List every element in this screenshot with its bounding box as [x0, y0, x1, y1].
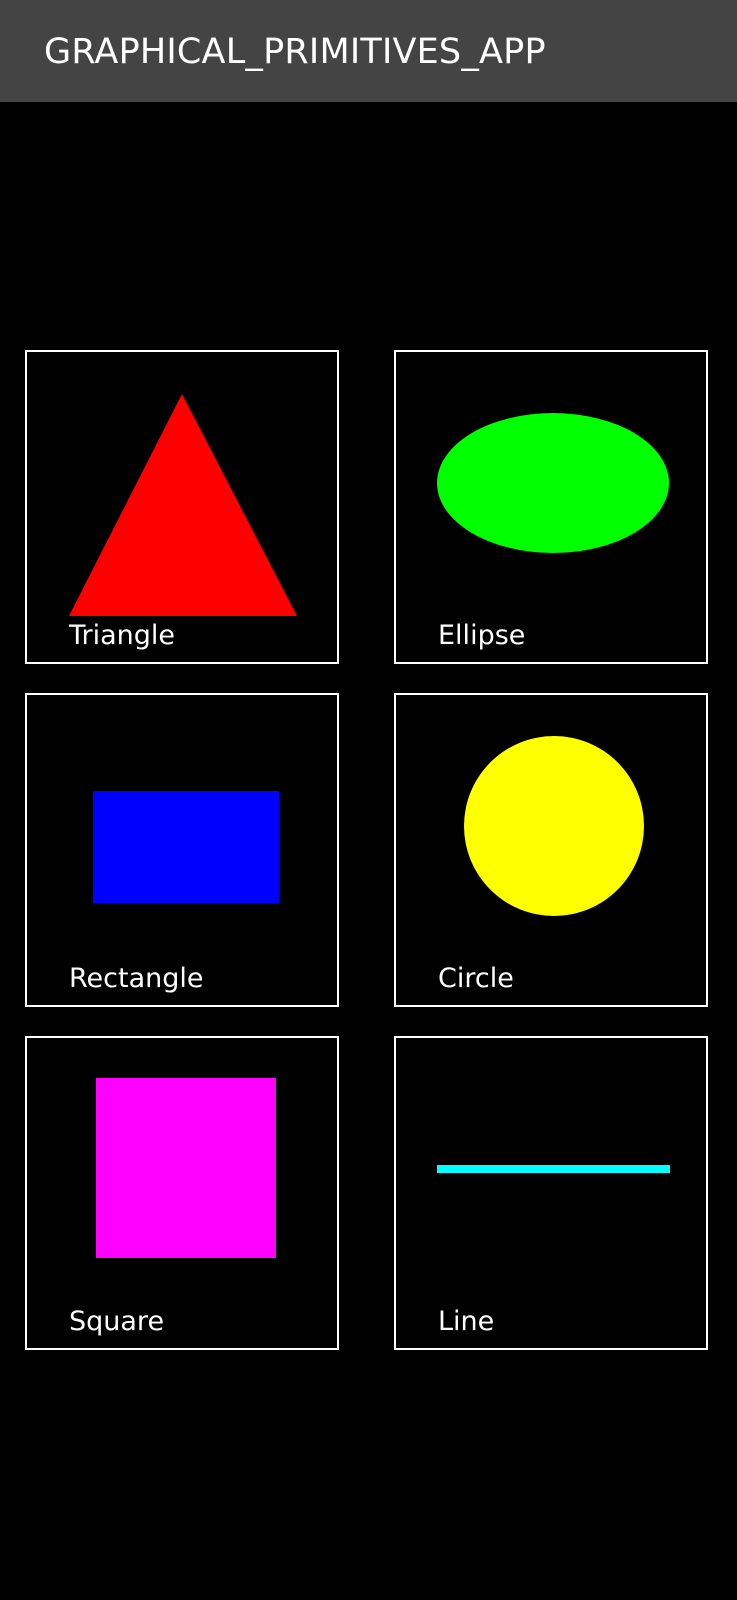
shape-card-circle[interactable]: Circle [394, 693, 708, 1007]
shape-label-circle: Circle [438, 963, 514, 994]
triangle-fill [69, 394, 297, 616]
shape-label-triangle: Triangle [69, 620, 176, 651]
square-fill [96, 1078, 276, 1258]
circle-shape [464, 736, 644, 916]
shape-card-triangle[interactable]: Triangle [25, 350, 339, 664]
rectangle-shape [93, 791, 279, 903]
shape-card-square[interactable]: Square [25, 1036, 339, 1350]
triangle-shape [69, 394, 297, 616]
ellipse-shape [437, 413, 669, 553]
shape-label-line: Line [438, 1306, 495, 1337]
shape-card-ellipse[interactable]: Ellipse [394, 350, 708, 664]
rectangle-fill [93, 791, 279, 903]
shape-label-square: Square [69, 1306, 165, 1337]
shape-label-ellipse: Ellipse [438, 620, 526, 651]
shape-card-line[interactable]: Line [394, 1036, 708, 1350]
ellipse-fill [437, 413, 669, 553]
shape-label-rectangle: Rectangle [69, 963, 204, 994]
line-shape [437, 1165, 670, 1173]
shape-card-rectangle[interactable]: Rectangle [25, 693, 339, 1007]
app-title: GRAPHICAL_PRIMITIVES_APP [44, 32, 546, 72]
square-shape [96, 1078, 276, 1258]
circle-fill [464, 736, 644, 916]
app-bar: GRAPHICAL_PRIMITIVES_APP [0, 0, 737, 102]
